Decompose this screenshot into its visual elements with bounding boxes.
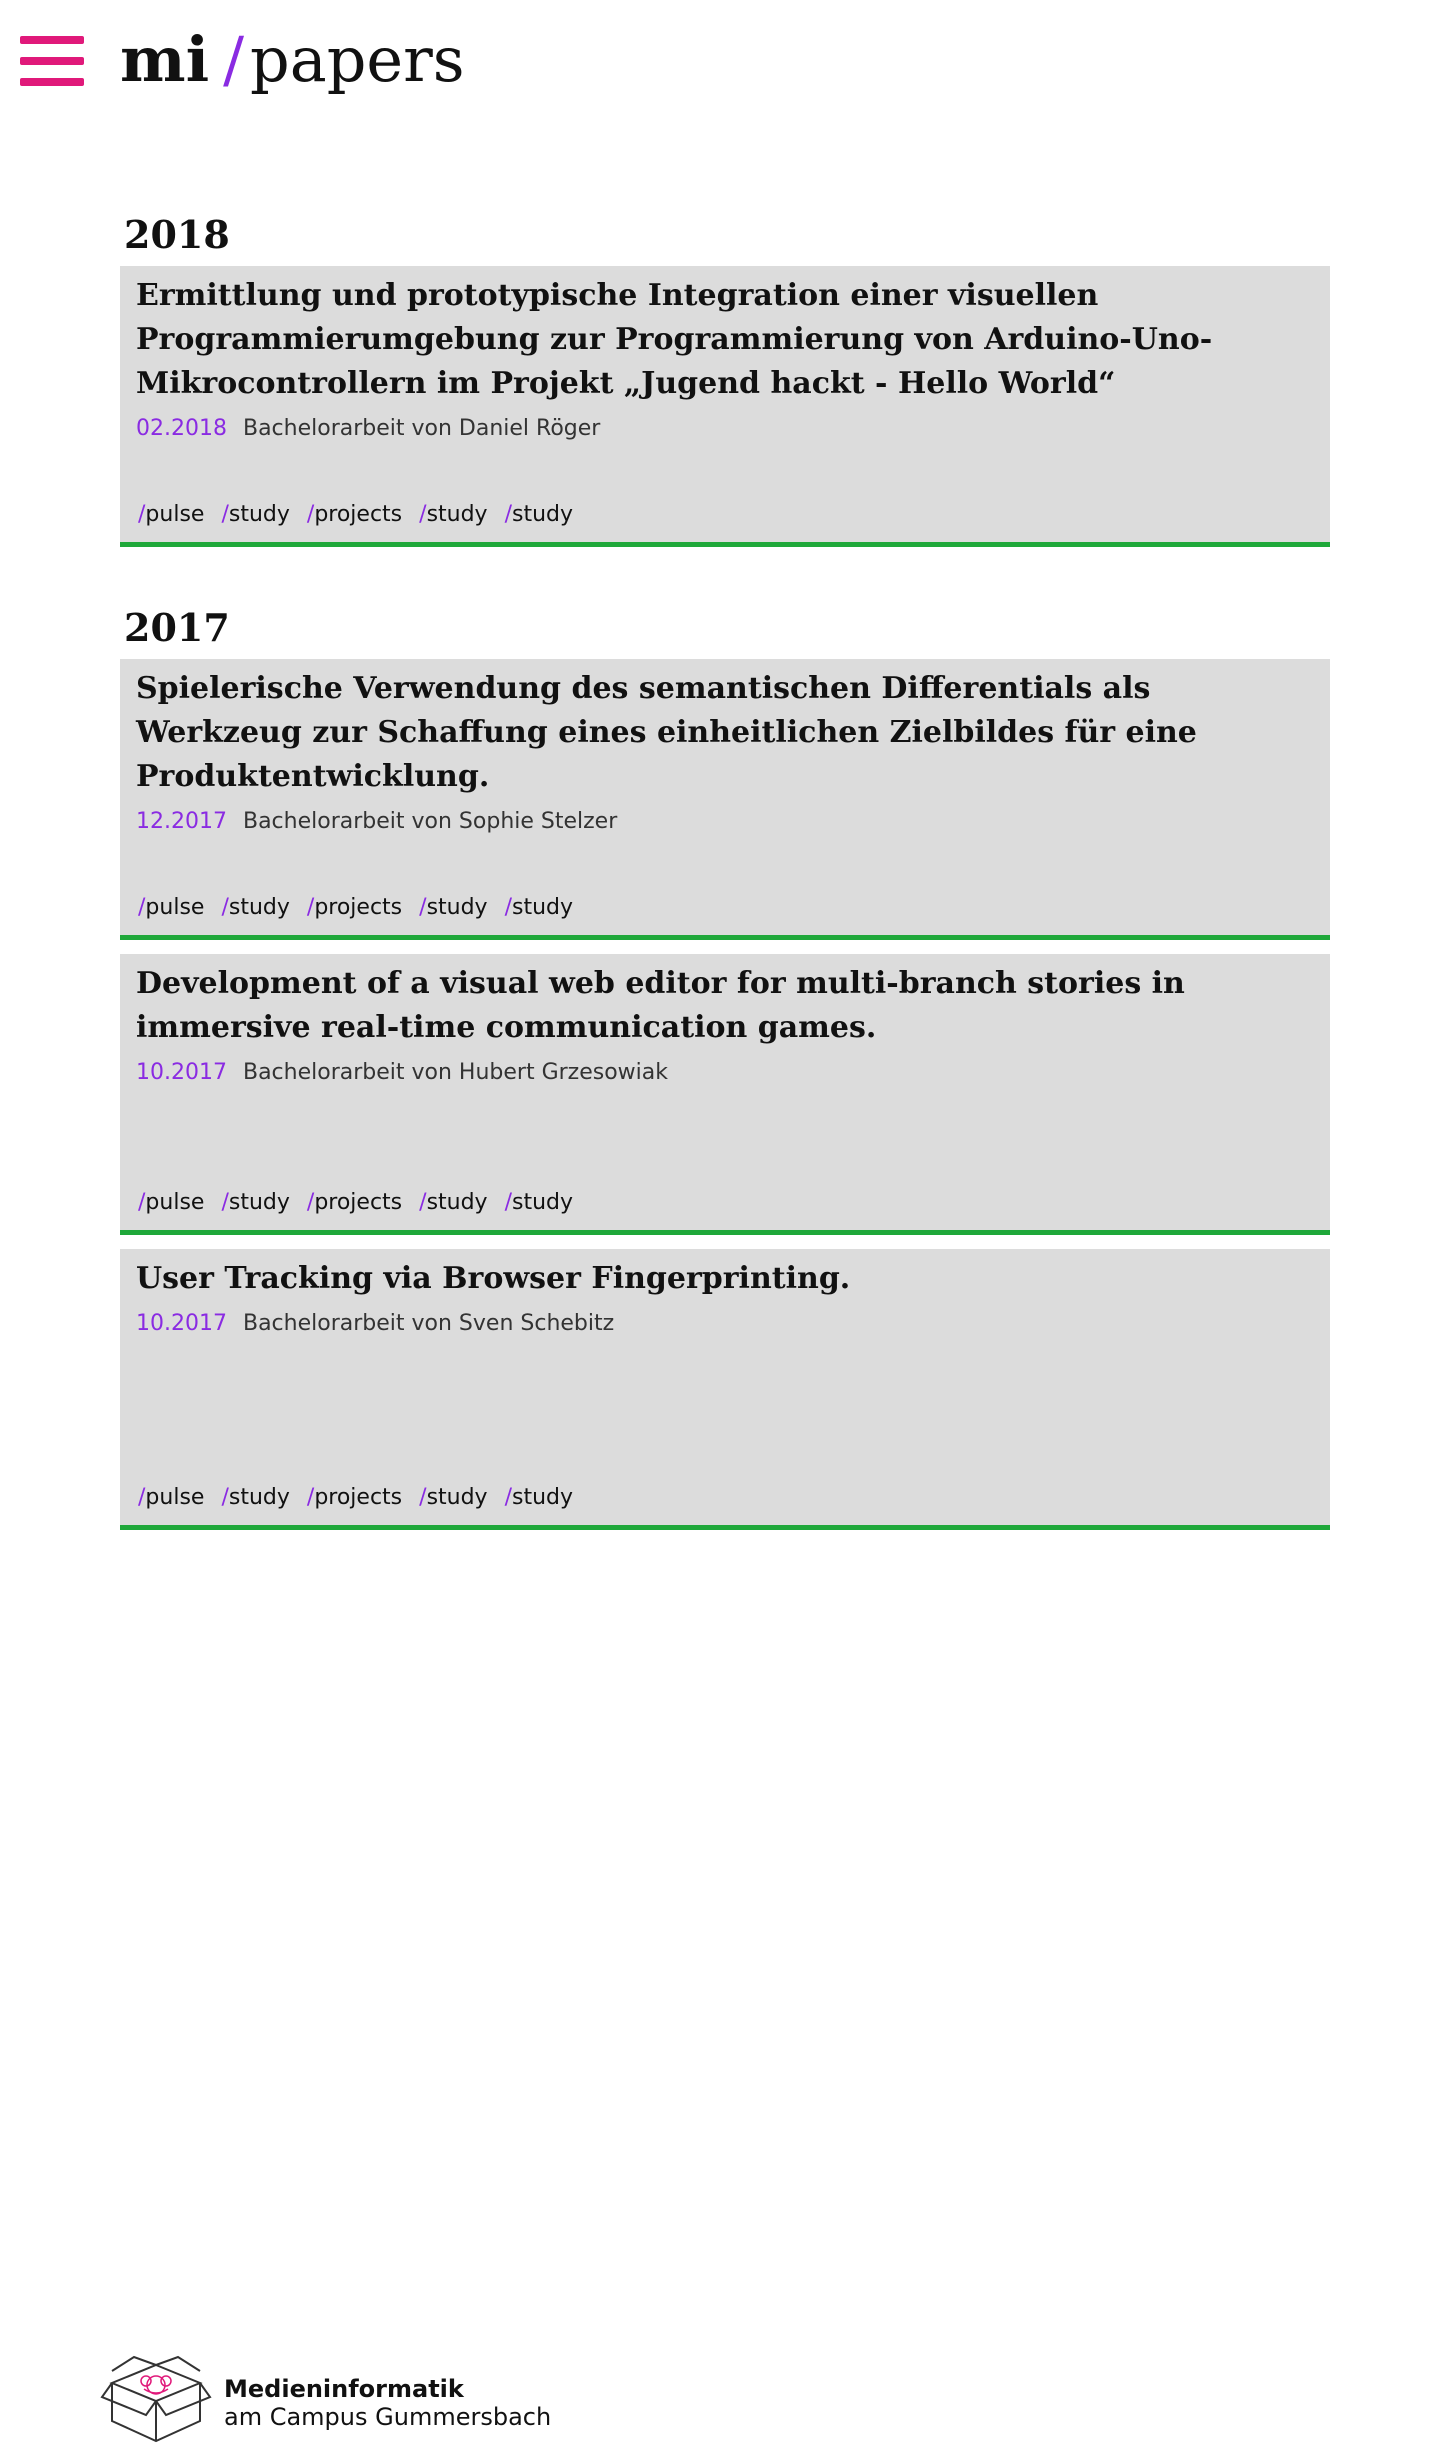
menu-bar bbox=[20, 57, 84, 65]
tag-study[interactable]: /study bbox=[419, 1190, 487, 1215]
tag-study[interactable]: /study bbox=[505, 1485, 573, 1510]
logo-mi: mi bbox=[120, 23, 210, 96]
tag-study[interactable]: /study bbox=[505, 895, 573, 920]
campus-box-logo[interactable] bbox=[100, 2355, 212, 2447]
tag-study[interactable]: /study bbox=[221, 1190, 289, 1215]
paper-meta: 10.2017 Bachelorarbeit von Sven Schebitz bbox=[136, 1307, 1314, 1341]
paper-card[interactable]: User Tracking via Browser Fingerprinting… bbox=[120, 1249, 1330, 1530]
site-logo[interactable]: mi/papers bbox=[120, 20, 465, 100]
paper-title[interactable]: Spielerische Verwendung des semantischen… bbox=[136, 667, 1276, 799]
tag-study[interactable]: /study bbox=[221, 502, 289, 527]
tag-pulse[interactable]: /pulse bbox=[138, 1190, 204, 1215]
paper-card[interactable]: Ermittlung und prototypische Integration… bbox=[120, 266, 1330, 547]
paper-type-author: Bachelorarbeit von Hubert Grzesowiak bbox=[242, 1060, 668, 1085]
footer-subtitle: am Campus Gummersbach bbox=[224, 2403, 552, 2431]
site-footer: Medieninformatik am Campus Gummersbach bbox=[100, 2355, 700, 2455]
paper-type-author: Bachelorarbeit von Sophie Stelzer bbox=[242, 809, 618, 834]
paper-date: 02.2018 bbox=[136, 416, 227, 441]
year-heading: 2018 bbox=[124, 212, 230, 257]
site-header: mi/papers bbox=[0, 0, 1440, 120]
paper-meta: 02.2018 Bachelorarbeit von Daniel Röger bbox=[136, 412, 1314, 446]
tag-study[interactable]: /study bbox=[505, 1190, 573, 1215]
tag-projects[interactable]: /projects bbox=[307, 1485, 402, 1510]
paper-card[interactable]: Spielerische Verwendung des semantischen… bbox=[120, 659, 1330, 940]
year-group-2018: 2018 Ermittlung und prototypische Integr… bbox=[120, 210, 1330, 547]
paper-title[interactable]: User Tracking via Browser Fingerprinting… bbox=[136, 1257, 1276, 1301]
footer-text: Medieninformatik am Campus Gummersbach bbox=[224, 2375, 551, 2431]
papers-list: 2018 Ermittlung und prototypische Integr… bbox=[120, 210, 1330, 1586]
paper-type-author: Bachelorarbeit von Sven Schebitz bbox=[242, 1311, 615, 1336]
tag-study[interactable]: /study bbox=[419, 502, 487, 527]
paper-date: 10.2017 bbox=[136, 1060, 227, 1085]
tag-study[interactable]: /study bbox=[221, 895, 289, 920]
paper-type-author: Bachelorarbeit von Daniel Röger bbox=[242, 416, 601, 441]
footer-title: Medieninformatik bbox=[224, 2375, 464, 2403]
paper-card[interactable]: Development of a visual web editor for m… bbox=[120, 954, 1330, 1235]
paper-title[interactable]: Ermittlung und prototypische Integration… bbox=[136, 274, 1276, 406]
menu-bar bbox=[20, 78, 84, 86]
tag-study[interactable]: /study bbox=[419, 895, 487, 920]
menu-bar bbox=[20, 36, 84, 44]
paper-tags: /pulse /study /projects /study /study bbox=[138, 500, 583, 530]
paper-meta: 10.2017 Bachelorarbeit von Hubert Grzesow… bbox=[136, 1056, 1314, 1090]
tag-study[interactable]: /study bbox=[505, 502, 573, 527]
tag-study[interactable]: /study bbox=[419, 1485, 487, 1510]
paper-meta: 12.2017 Bachelorarbeit von Sophie Stelzer bbox=[136, 805, 1314, 839]
paper-date: 10.2017 bbox=[136, 1311, 227, 1336]
paper-date: 12.2017 bbox=[136, 809, 227, 834]
paper-tags: /pulse /study /projects /study /study bbox=[138, 1188, 583, 1218]
paper-tags: /pulse /study /projects /study /study bbox=[138, 1483, 583, 1513]
hamburger-menu-icon[interactable] bbox=[20, 36, 84, 86]
tag-study[interactable]: /study bbox=[221, 1485, 289, 1510]
tag-pulse[interactable]: /pulse bbox=[138, 1485, 204, 1510]
paper-tags: /pulse /study /projects /study /study bbox=[138, 893, 583, 923]
tag-projects[interactable]: /projects bbox=[307, 1190, 402, 1215]
tag-pulse[interactable]: /pulse bbox=[138, 895, 204, 920]
year-heading: 2017 bbox=[124, 605, 230, 650]
tag-projects[interactable]: /projects bbox=[307, 895, 402, 920]
logo-papers: papers bbox=[250, 23, 465, 96]
logo-slash: / bbox=[223, 23, 245, 96]
paper-title[interactable]: Development of a visual web editor for m… bbox=[136, 962, 1276, 1050]
tag-pulse[interactable]: /pulse bbox=[138, 502, 204, 527]
tag-projects[interactable]: /projects bbox=[307, 502, 402, 527]
year-group-2017: 2017 Spielerische Verwendung des semanti… bbox=[120, 603, 1330, 1530]
